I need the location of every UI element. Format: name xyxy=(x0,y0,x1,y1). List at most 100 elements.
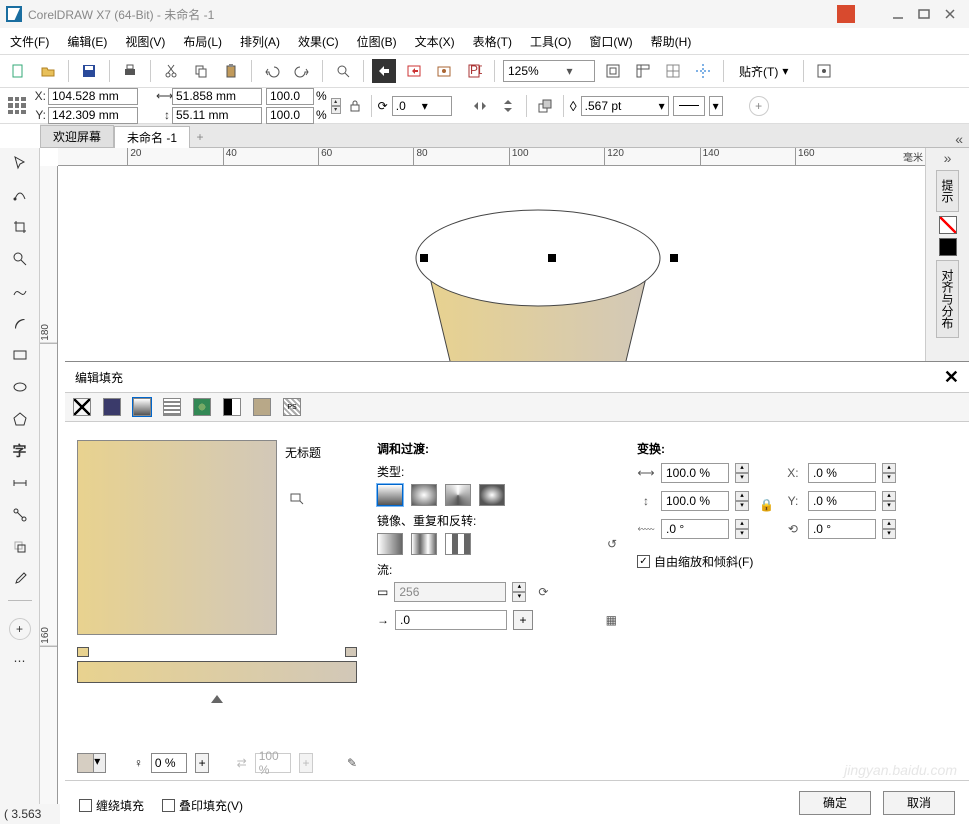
spin[interactable]: ▴▾ xyxy=(882,463,896,483)
close-button[interactable] xyxy=(937,4,963,24)
node-color-picker[interactable]: ▾ xyxy=(77,753,106,773)
menu-help[interactable]: 帮助(H) xyxy=(651,33,692,50)
width-input[interactable]: 51.858 mm xyxy=(172,88,262,105)
midpoint-handle[interactable] xyxy=(211,695,223,703)
tab-document[interactable]: 未命名 -1 xyxy=(114,126,190,148)
spin[interactable]: ▴▾ xyxy=(735,519,749,539)
wrap-fill-checkbox[interactable]: 缠绕填充 xyxy=(79,797,144,814)
free-scale-checkbox[interactable]: ✓自由缩放和倾斜(F) xyxy=(637,553,957,570)
line-style-combo[interactable] xyxy=(673,96,705,116)
fountain-fill-icon[interactable] xyxy=(133,398,151,416)
repeat-mirror-button[interactable] xyxy=(411,533,437,555)
gradient-stop-start[interactable] xyxy=(77,647,89,657)
overprint-fill-checkbox[interactable]: 叠印填充(V) xyxy=(162,797,243,814)
acceleration-input[interactable]: .0 xyxy=(395,610,507,630)
color-swatch-none[interactable] xyxy=(939,216,957,234)
menu-text[interactable]: 文本(X) xyxy=(415,33,455,50)
fill-y-input[interactable]: .0 % xyxy=(808,491,876,511)
shape-tool-icon[interactable] xyxy=(9,184,31,206)
align-distribute-tab[interactable]: 对齐与分布 xyxy=(936,260,959,338)
print-icon[interactable] xyxy=(118,59,142,83)
conical-gradient-button[interactable] xyxy=(445,484,471,506)
selection-handle[interactable] xyxy=(548,254,556,262)
opacity-picker-icon[interactable]: + xyxy=(195,753,209,773)
spin[interactable]: ▴▾ xyxy=(735,491,749,511)
search-icon[interactable] xyxy=(331,59,355,83)
menu-arrange[interactable]: 排列(A) xyxy=(240,33,280,50)
options-icon[interactable] xyxy=(812,59,836,83)
grid-icon[interactable] xyxy=(661,59,685,83)
more-tools-icon[interactable]: ⋯ xyxy=(9,650,31,672)
scale-y-input[interactable]: 100.0 xyxy=(266,107,314,124)
lock-ratio-icon[interactable] xyxy=(345,96,365,116)
text-tool-icon[interactable]: 字 xyxy=(9,440,31,462)
origin-selector[interactable] xyxy=(6,95,28,117)
ellipse-tool-icon[interactable] xyxy=(9,376,31,398)
show-rulers-icon[interactable] xyxy=(631,59,655,83)
export-icon[interactable] xyxy=(402,59,426,83)
connector-tool-icon[interactable] xyxy=(9,504,31,526)
fill-x-input[interactable]: .0 % xyxy=(808,463,876,483)
redo-icon[interactable] xyxy=(290,59,314,83)
open-icon[interactable] xyxy=(36,59,60,83)
x-position-input[interactable]: 104.528 mm xyxy=(48,88,138,105)
menu-edit[interactable]: 编辑(E) xyxy=(67,33,107,50)
menu-effects[interactable]: 效果(C) xyxy=(298,33,339,50)
save-icon[interactable] xyxy=(77,59,101,83)
mirror-h-icon[interactable] xyxy=(468,94,492,118)
line-style-dropdown[interactable]: ▾ xyxy=(709,96,723,116)
crop-tool-icon[interactable] xyxy=(9,216,31,238)
publish-pdf-icon[interactable]: PDF xyxy=(462,59,486,83)
horizontal-ruler[interactable]: 20 40 60 80 100 120 140 160 毫米 xyxy=(58,148,925,166)
repeat-direct-button[interactable] xyxy=(445,533,471,555)
opacity-input[interactable]: 0 % xyxy=(151,753,187,773)
selection-handle[interactable] xyxy=(670,254,678,262)
gradient-slider[interactable] xyxy=(77,647,357,703)
polygon-tool-icon[interactable] xyxy=(9,408,31,430)
add-preset-icon[interactable]: + xyxy=(749,96,769,116)
undo-icon[interactable] xyxy=(260,59,284,83)
paste-icon[interactable] xyxy=(219,59,243,83)
tab-welcome[interactable]: 欢迎屏幕 xyxy=(40,125,114,147)
scale-x-input[interactable]: 100.0 xyxy=(266,88,314,105)
pattern-fill-icon[interactable] xyxy=(163,398,181,416)
effects-tool-icon[interactable] xyxy=(9,536,31,558)
rotation-input[interactable]: .0▾ xyxy=(392,96,452,116)
postscript-fill-icon[interactable]: PS xyxy=(283,398,301,416)
selection-handle[interactable] xyxy=(420,254,428,262)
publish-icon[interactable] xyxy=(432,59,456,83)
no-fill-icon[interactable] xyxy=(73,398,91,416)
pick-tool-icon[interactable] xyxy=(9,152,31,174)
outline-width-input[interactable]: .567 pt▾ xyxy=(581,96,669,116)
steps-spinner[interactable]: ▴▾ xyxy=(512,582,526,602)
reverse-icon[interactable]: ↺ xyxy=(607,537,617,551)
import-icon[interactable] xyxy=(372,59,396,83)
linear-gradient-button[interactable] xyxy=(377,484,403,506)
gradient-bar[interactable] xyxy=(77,661,357,683)
scale-spinner[interactable]: ▴▾ xyxy=(331,98,341,114)
copy-icon[interactable] xyxy=(189,59,213,83)
expand-toolbox-icon[interactable]: + xyxy=(9,618,31,640)
menu-table[interactable]: 表格(T) xyxy=(473,33,512,50)
fill-width-input[interactable]: 100.0 % xyxy=(661,463,729,483)
menu-layout[interactable]: 布局(L) xyxy=(183,33,222,50)
two-color-pattern-icon[interactable] xyxy=(223,398,241,416)
eyedropper-tool-icon[interactable] xyxy=(9,568,31,590)
bitmap-pattern-icon[interactable] xyxy=(193,398,211,416)
spin[interactable]: ▴▾ xyxy=(735,463,749,483)
fill-skew-input[interactable]: .0 ° xyxy=(661,519,729,539)
menu-bitmap[interactable]: 位图(B) xyxy=(357,33,397,50)
rectangle-tool-icon[interactable] xyxy=(9,344,31,366)
zoom-tool-icon[interactable] xyxy=(9,248,31,270)
fill-height-input[interactable]: 100.0 % xyxy=(661,491,729,511)
gradient-stop-end[interactable] xyxy=(345,647,357,657)
minimize-button[interactable] xyxy=(885,4,911,24)
to-front-icon[interactable] xyxy=(533,94,557,118)
hints-tab[interactable]: 提示 xyxy=(936,170,959,212)
uniform-fill-icon[interactable] xyxy=(103,398,121,416)
spin[interactable]: ▴▾ xyxy=(882,491,896,511)
square-gradient-button[interactable] xyxy=(479,484,505,506)
menu-view[interactable]: 视图(V) xyxy=(125,33,165,50)
collapse-dock-icon[interactable]: » xyxy=(944,148,952,168)
snap-dropdown[interactable]: 贴齐(T)▾ xyxy=(732,60,795,82)
